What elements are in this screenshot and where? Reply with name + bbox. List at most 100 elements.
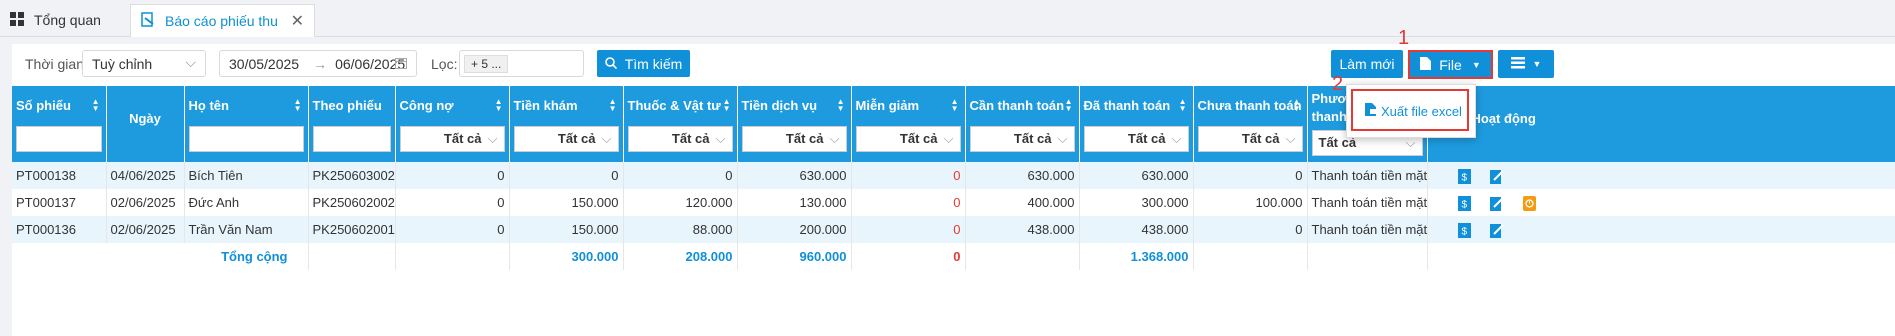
col-thuoc[interactable]: Thuốc & Vật tư ▲ ▼ Tất cả ⌵ (623, 86, 738, 162)
total-empty (308, 243, 396, 270)
col-can-tt-label: Cần thanh toán (969, 98, 1065, 113)
filter-input-ho-ten[interactable] (188, 126, 304, 152)
sort-icon[interactable]: ▲ ▼ (837, 98, 845, 113)
total-dich-vu: 960.000 (737, 243, 852, 270)
edit-icon[interactable] (1490, 223, 1504, 238)
edit-icon[interactable] (1490, 196, 1504, 211)
filter-select-thuoc[interactable]: Tất cả ⌵ (627, 126, 733, 152)
tab-overview[interactable]: Tổng quan (0, 4, 130, 36)
date-range-picker[interactable]: 30/05/2025 → 06/06/2025 (219, 50, 417, 77)
cell-ho-ten: Trần Văn Nam (184, 216, 309, 243)
cell-theo-phieu: PK250602002 (308, 189, 396, 216)
total-row: Tổng cộng 300.000 208.000 960.000 0 1.36… (12, 243, 1895, 270)
col-ho-ten[interactable]: Họ tên ▲ ▼ (184, 86, 309, 162)
cell-theo-phieu: PK250603002 (308, 162, 396, 189)
col-dich-vu[interactable]: Tiền dịch vụ ▲ ▼ Tất cả ⌵ (737, 86, 852, 162)
col-ho-ten-label: Họ tên (188, 98, 229, 113)
filter-input-so-phieu[interactable] (16, 126, 102, 152)
time-label: Thời gian: (25, 56, 88, 72)
sort-icon[interactable]: ▲ ▼ (92, 98, 100, 113)
col-theo-phieu[interactable]: Theo phiếu (308, 86, 396, 162)
col-tien-kham[interactable]: Tiền khám ▲ ▼ Tất cả ⌵ (509, 86, 624, 162)
receipt-icon[interactable]: $ (1457, 168, 1471, 184)
cell-da-tt: 300.000 (1079, 189, 1194, 216)
col-mien-giam[interactable]: Miễn giảm ▲ ▼ Tất cả ⌵ (851, 86, 966, 162)
col-da-tt-label: Đã thanh toán (1083, 98, 1171, 113)
cell-pttt: Thanh toán tiền mặt (1307, 189, 1428, 216)
time-range-select[interactable]: Tuỳ chỉnh ⌵ (82, 50, 206, 77)
tab-receipt-report[interactable]: Báo cáo phiếu thu ✕ (130, 4, 315, 37)
col-chua-tt-label: Chưa thanh toán (1197, 98, 1302, 113)
svg-text:$: $ (1461, 226, 1467, 237)
report-icon (141, 12, 155, 30)
col-da-tt[interactable]: Đã thanh toán ▲ ▼ Tất cả ⌵ (1079, 86, 1194, 162)
sort-icon[interactable]: ▲ ▼ (609, 98, 617, 113)
table-row[interactable]: PT000137 02/06/2025 Đức Anh PK250602002 … (12, 189, 1895, 216)
chevron-down-icon: ⌵ (1285, 131, 1296, 146)
dashboard-icon (10, 11, 24, 29)
col-so-phieu-label: Số phiếu (16, 98, 71, 113)
cell-pttt: Thanh toán tiền mặt (1307, 216, 1428, 243)
col-tien-kham-label: Tiền khám (513, 98, 578, 113)
col-ngay[interactable]: Ngày (106, 86, 185, 162)
svg-text:$: $ (1461, 199, 1467, 210)
col-dich-vu-label: Tiền dịch vụ (741, 98, 818, 113)
filter-select-cong-no[interactable]: Tất cả ⌵ (399, 126, 505, 152)
filter-select-da-tt[interactable]: Tất cả ⌵ (1083, 126, 1189, 152)
filter-value: Tất cả (785, 131, 824, 146)
filter-select-mien-giam[interactable]: Tất cả ⌵ (855, 126, 961, 152)
col-so-phieu[interactable]: Số phiếu ▲ ▼ (12, 86, 107, 162)
total-empty (395, 243, 510, 270)
col-cong-no-label: Công nợ (399, 98, 454, 113)
cell-thuoc: 0 (623, 162, 738, 189)
total-empty (965, 243, 1080, 270)
table-row[interactable]: PT000136 02/06/2025 Trần Văn Nam PK25060… (12, 216, 1895, 243)
col-cong-no[interactable]: Công nợ ▲ ▼ Tất cả ⌵ (395, 86, 510, 162)
chevron-down-icon: ⌵ (487, 131, 498, 146)
sort-icon[interactable]: ▲ ▼ (951, 98, 959, 113)
search-button[interactable]: Tìm kiếm (597, 50, 690, 77)
tab-overview-label: Tổng quan (34, 12, 101, 28)
cell-theo-phieu: PK250602001 (308, 216, 396, 243)
filter-select-can-tt[interactable]: Tất cả ⌵ (969, 126, 1075, 152)
chevron-down-icon: ⌵ (1171, 131, 1182, 146)
edit-icon[interactable] (1490, 169, 1504, 184)
filter-select-dich-vu[interactable]: Tất cả ⌵ (741, 126, 847, 152)
filter-select[interactable]: + 5 ... (459, 50, 584, 77)
sort-icon[interactable]: ▲ ▼ (723, 98, 731, 113)
sort-icon[interactable]: ▲ ▼ (1179, 98, 1187, 113)
receipt-icon[interactable]: $ (1457, 195, 1471, 211)
cell-so-phieu: PT000137 (12, 189, 107, 216)
cell-so-phieu: PT000136 (12, 216, 107, 243)
sort-icon[interactable]: ▲ ▼ (495, 98, 503, 113)
column-settings-button[interactable]: ▼ (1498, 50, 1554, 78)
filter-value: Tất cả (1127, 131, 1166, 146)
filter-select-tien-kham[interactable]: Tất cả ⌵ (513, 126, 619, 152)
step-marker-1: 1 (1398, 27, 1410, 49)
col-theo-phieu-label: Theo phiếu (312, 98, 382, 113)
filter-label: Lọc: (431, 56, 458, 72)
search-icon (604, 56, 617, 72)
clock-icon[interactable] (1522, 195, 1536, 211)
col-can-tt[interactable]: Cần thanh toán ▲ ▼ Tất cả ⌵ (965, 86, 1080, 162)
close-icon[interactable]: ✕ (291, 11, 304, 31)
chevron-down-icon: ⌵ (715, 131, 726, 146)
table-row[interactable]: PT000138 04/06/2025 Bích Tiên PK25060300… (12, 162, 1895, 189)
sort-icon[interactable]: ▲ ▼ (1293, 98, 1301, 113)
arrow-right-icon: → (313, 55, 328, 72)
col-chua-tt[interactable]: Chưa thanh toán ▲ ▼ Tất cả ⌵ (1193, 86, 1308, 162)
time-range-value: Tuỳ chỉnh (92, 55, 153, 72)
cell-dich-vu: 630.000 (737, 162, 852, 189)
cell-da-tt: 630.000 (1079, 162, 1194, 189)
sort-icon[interactable]: ▲ ▼ (294, 98, 302, 113)
chevron-down-icon: ⌵ (943, 131, 954, 146)
filter-input-theo-phieu[interactable] (312, 126, 391, 152)
filter-value: Tất cả (1241, 131, 1280, 146)
export-excel-menu-item[interactable]: Xuất file excel (1365, 103, 1462, 119)
cell-can-tt: 400.000 (965, 189, 1080, 216)
filter-value: Tất cả (443, 131, 482, 146)
filter-tag: + 5 ... (464, 54, 509, 73)
receipt-icon[interactable]: $ (1457, 222, 1471, 238)
sort-icon[interactable]: ▲ ▼ (1065, 98, 1073, 113)
filter-select-chua-tt[interactable]: Tất cả ⌵ (1197, 126, 1303, 152)
